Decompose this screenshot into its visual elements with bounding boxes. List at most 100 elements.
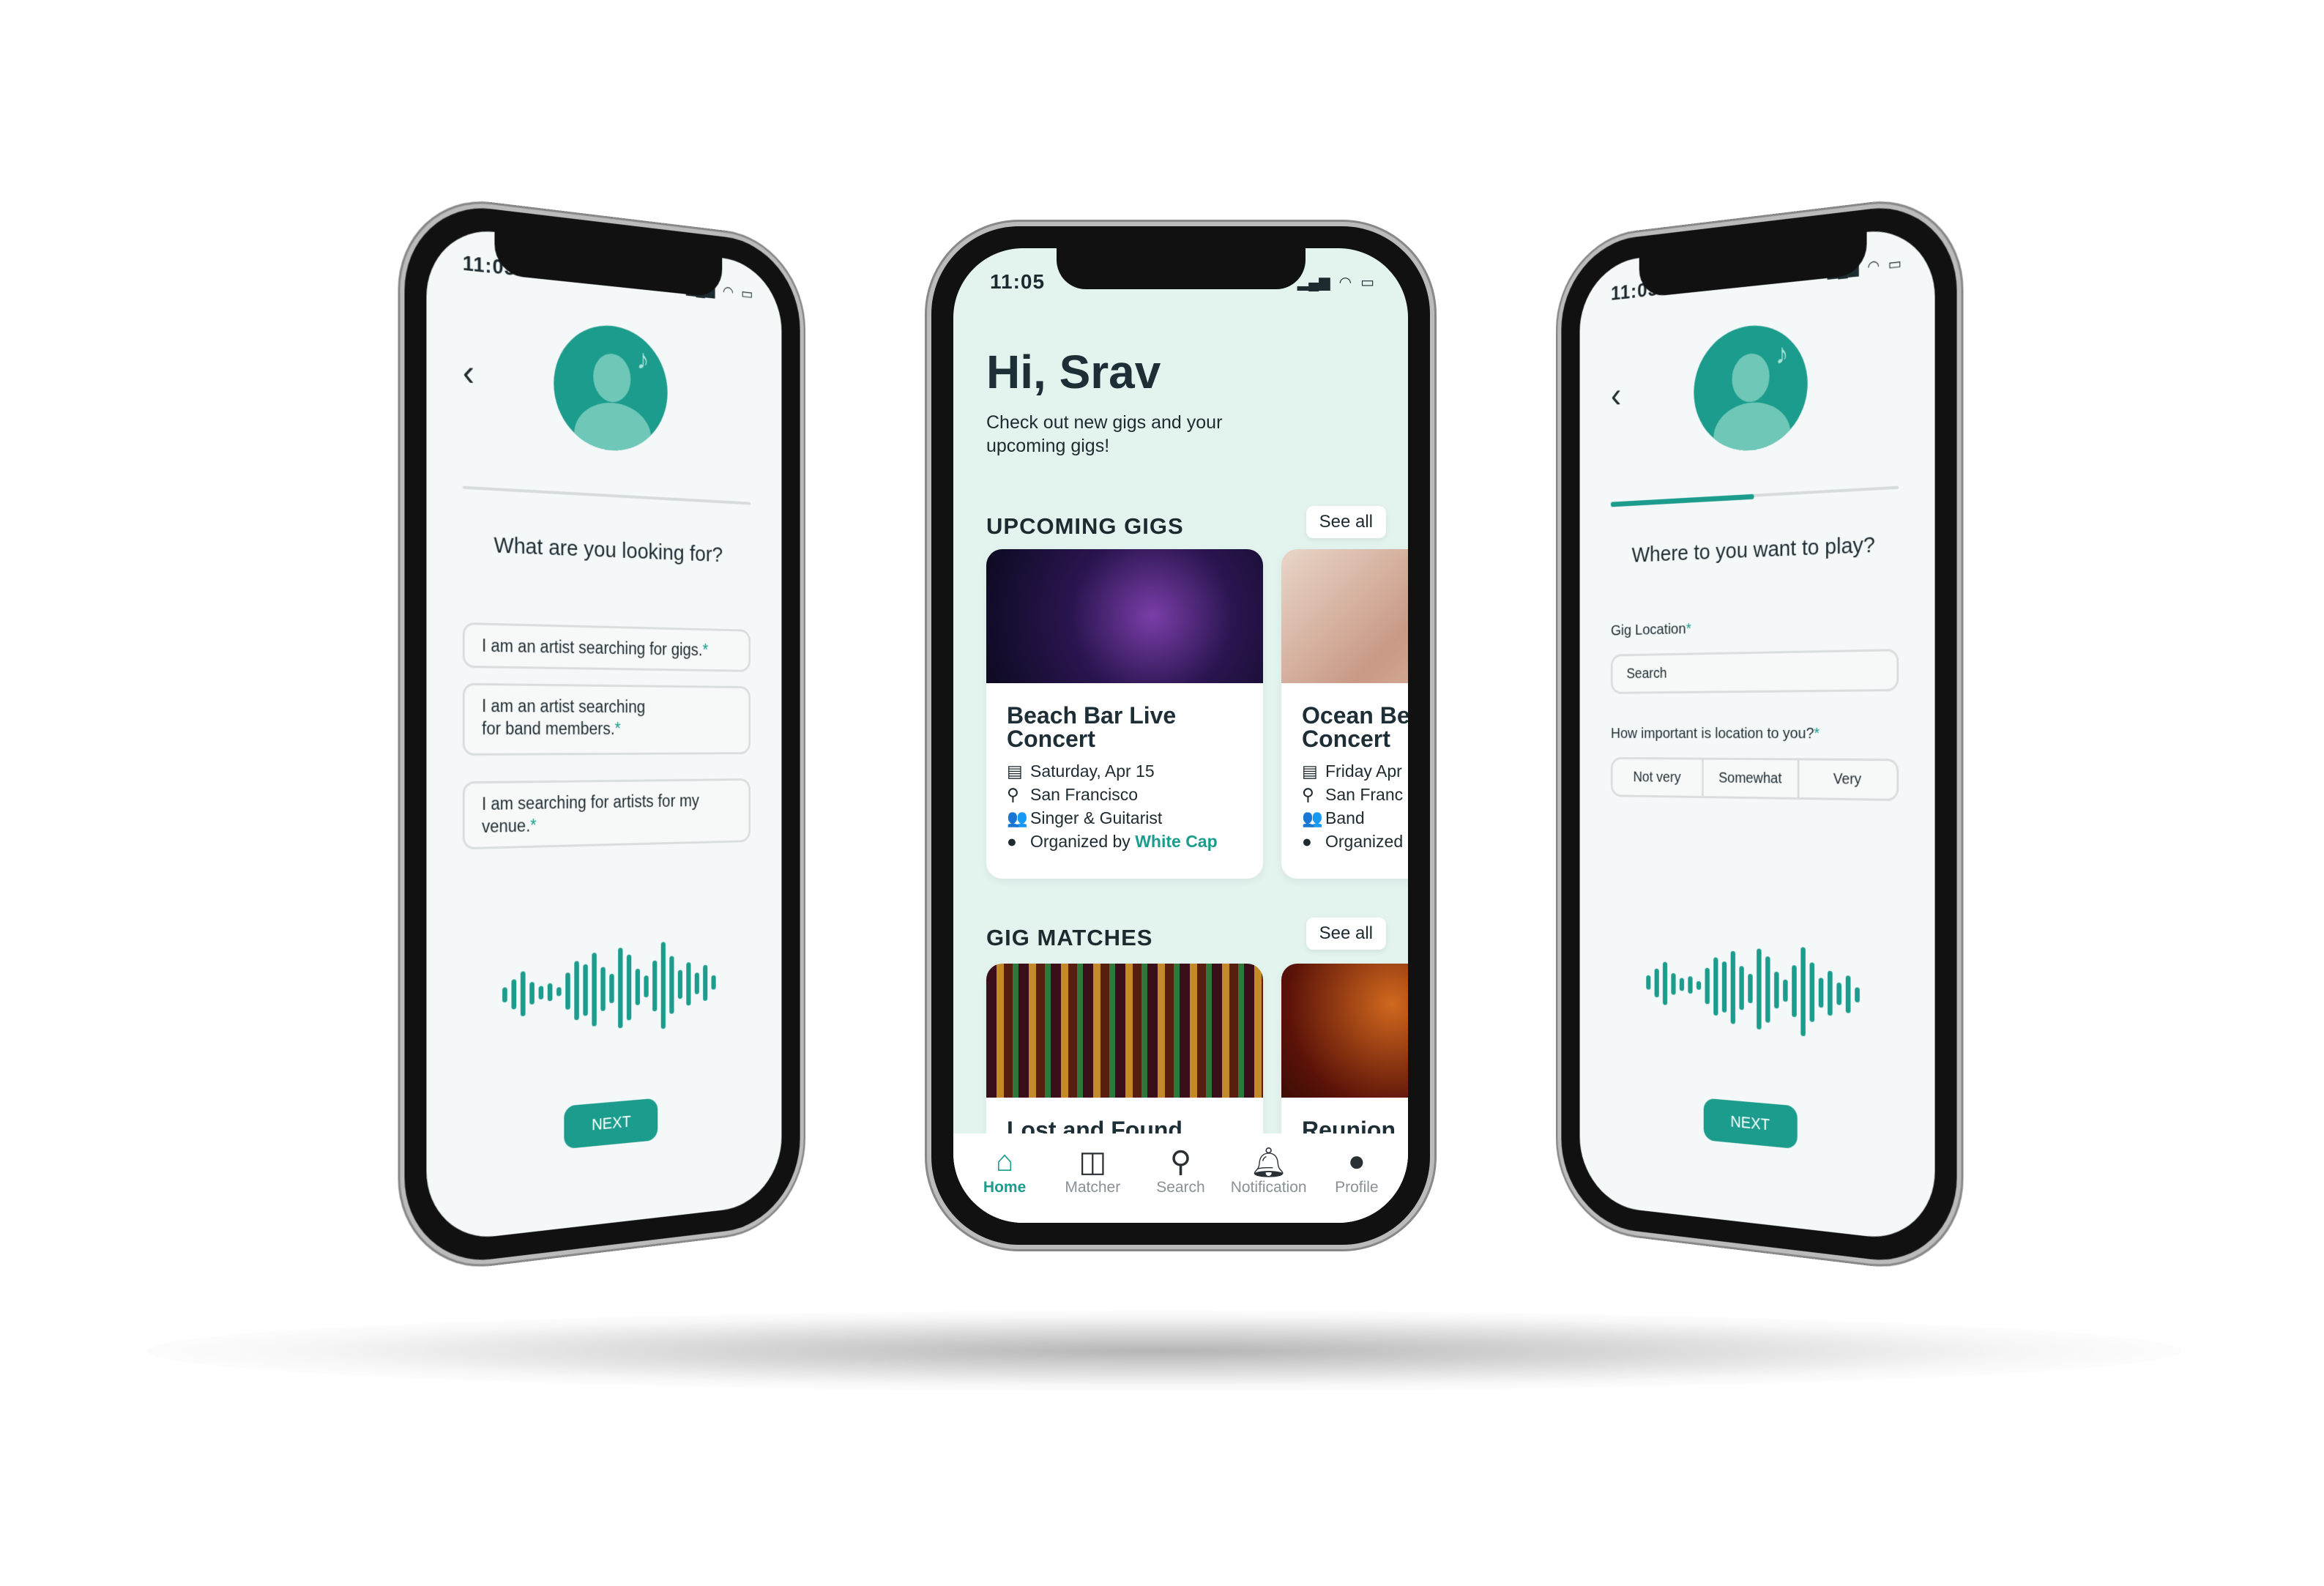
- screen: 11:05 ▂▄▆◠▭ ‹ ♪ What are you looking for…: [426, 224, 782, 1244]
- back-chevron-icon[interactable]: ‹: [463, 349, 474, 394]
- singer-avatar: ♪: [1694, 320, 1808, 455]
- next-button[interactable]: NEXT: [1703, 1098, 1798, 1150]
- gig-card[interactable]: Beach Bar Live Concert ▤ Saturday, Apr 15…: [986, 549, 1263, 879]
- sound-wave-graphic: [426, 933, 781, 1049]
- wave-bar: [1773, 971, 1779, 1009]
- nav-label: Profile: [1335, 1179, 1379, 1196]
- nav-notification[interactable]: 🔔︎ Notification: [1226, 1145, 1311, 1223]
- organizer-link[interactable]: White Cap: [1135, 832, 1217, 851]
- required-mark: *: [1814, 724, 1820, 742]
- wave-bar: [694, 972, 699, 994]
- sound-wave-graphic: [1580, 933, 1935, 1049]
- see-all-upcoming-button[interactable]: See all: [1306, 506, 1386, 538]
- wave-bar: [643, 975, 649, 998]
- gig-role: Singer & Guitarist: [1030, 808, 1163, 827]
- label-text: How important is location to you?: [1610, 724, 1814, 742]
- matcher-icon: ◫: [1079, 1146, 1107, 1178]
- next-button[interactable]: NEXT: [564, 1098, 658, 1150]
- wave-bar: [520, 971, 526, 1017]
- back-chevron-icon[interactable]: ‹: [1611, 373, 1621, 415]
- organized-by: Organized by: [1030, 832, 1131, 851]
- importance-label: How important is location to you?*: [1611, 725, 1820, 742]
- gig-location: San Franc: [1325, 785, 1404, 804]
- phone-home: 11:05 ▂▄▆ ◠ ▭ Hi, Srav Check out new gigs …: [931, 226, 1430, 1245]
- nav-search[interactable]: ⚲ Search: [1139, 1145, 1223, 1223]
- wave-bar: [1791, 965, 1797, 1018]
- question-title: What are you looking for?: [494, 532, 723, 567]
- wave-bar: [668, 956, 674, 1014]
- gig-title: Ocean Beach Concert: [1302, 702, 1408, 752]
- home-icon: ⌂: [996, 1145, 1014, 1177]
- option-label: I am searching for artists for my venue.: [482, 791, 699, 837]
- notch: [1639, 231, 1867, 298]
- wave-bar: [1705, 967, 1710, 1005]
- search-icon: ⚲: [1169, 1146, 1192, 1178]
- wave-bar: [1756, 948, 1762, 1030]
- wave-bar: [538, 986, 543, 1000]
- location-pin-icon: ⚲: [1302, 785, 1314, 804]
- wave-bar: [1836, 982, 1841, 1005]
- gig-details: ▤ Friday Apr ⚲ San Franc 👥 Band ● Organized: [1281, 751, 1408, 853]
- nav-profile[interactable]: ● Profile: [1314, 1145, 1399, 1223]
- option-label: I am an artist searching for band member…: [482, 696, 646, 739]
- wave-bar: [1679, 978, 1684, 991]
- calendar-icon: ▤: [1007, 762, 1023, 781]
- gig-card[interactable]: Ocean Beach Concert ▤ Friday Apr ⚲ San Fra…: [1281, 549, 1408, 879]
- status-icons: ▂▄▆ ◠ ▭: [1297, 273, 1374, 291]
- wifi-icon: ◠: [722, 283, 734, 301]
- wave-bar: [1713, 957, 1718, 1016]
- wave-bar: [600, 967, 606, 1011]
- wave-bar: [617, 947, 623, 1029]
- wave-bar: [711, 975, 716, 990]
- wave-bar: [511, 979, 516, 1010]
- battery-icon: ▭: [741, 286, 753, 303]
- wave-bar: [573, 961, 579, 1021]
- singer-avatar: ♪: [554, 320, 668, 455]
- nav-matcher[interactable]: ◫ Matcher: [1051, 1145, 1135, 1223]
- gig-location: San Francisco: [1030, 785, 1139, 804]
- wave-bar: [685, 962, 691, 1006]
- floor-shadow: [146, 1311, 2182, 1391]
- greeting: Hi, Srav: [986, 346, 1161, 398]
- option-very[interactable]: Very: [1799, 760, 1896, 799]
- nav-label: Search: [1156, 1179, 1205, 1196]
- gig-details: ▤ Saturday, Apr 15 ⚲ San Francisco 👥 Singer…: [986, 751, 1263, 853]
- wave-bar: [1747, 973, 1753, 1004]
- wave-bar: [502, 987, 507, 1003]
- see-all-matches-button[interactable]: See all: [1306, 917, 1386, 950]
- divider: [462, 485, 751, 505]
- wave-bar: [1662, 961, 1667, 1005]
- match-image: [1281, 964, 1408, 1098]
- gig-date: Friday Apr: [1325, 762, 1402, 781]
- gig-matches-title: GIG MATCHES: [986, 925, 1153, 950]
- option-not-very[interactable]: Not very: [1612, 759, 1705, 797]
- option-artist-band[interactable]: I am an artist searching for band member…: [462, 682, 751, 756]
- screen: 11:05 ▂▄▆◠▭ ‹ ♪ Where to you want to pla…: [1579, 224, 1935, 1244]
- battery-icon: ▭: [1360, 275, 1374, 291]
- wave-bar: [608, 973, 614, 1004]
- option-artist-gigs[interactable]: I am an artist searching for gigs.*: [462, 622, 751, 672]
- option-somewhat[interactable]: Somewhat: [1704, 759, 1800, 797]
- wave-bar: [660, 942, 666, 1030]
- wifi-icon: ◠: [1867, 257, 1880, 276]
- wave-bar: [1696, 980, 1701, 990]
- wave-bar: [652, 960, 657, 1012]
- upcoming-gigs-title: UPCOMING GIGS: [986, 513, 1184, 539]
- option-label: I am an artist searching for gigs.: [482, 636, 703, 660]
- nav-label: Notification: [1230, 1179, 1307, 1196]
- wave-bar: [1818, 978, 1823, 1008]
- wave-bar: [1721, 961, 1727, 1013]
- wave-bar: [547, 983, 552, 1002]
- importance-segmented-control: Not very Somewhat Very: [1610, 756, 1899, 802]
- gig-image: [1281, 549, 1408, 683]
- greeting-subtitle: Check out new gigs and your upcoming gig…: [986, 412, 1223, 456]
- nav-home[interactable]: ⌂ Home: [963, 1145, 1047, 1223]
- option-venue[interactable]: I am searching for artists for my venue.…: [462, 778, 751, 850]
- status-time: 11:05: [990, 270, 1046, 293]
- gig-location-input[interactable]: Search: [1610, 649, 1899, 694]
- question-title: Where to you want to play?: [1631, 532, 1875, 567]
- wave-bar: [556, 987, 562, 997]
- profile-icon: ●: [1347, 1145, 1366, 1177]
- wave-bar: [1765, 956, 1770, 1023]
- wave-bar: [1730, 950, 1735, 1024]
